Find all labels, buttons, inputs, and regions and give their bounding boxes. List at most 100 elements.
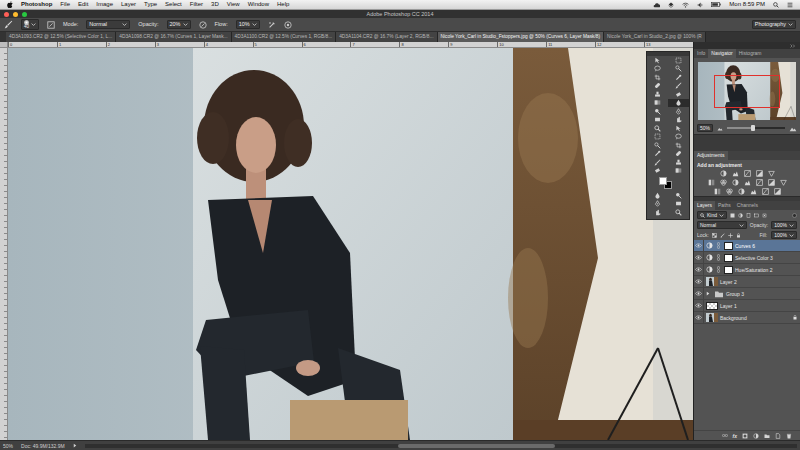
panel-tab[interactable]: Info <box>694 49 708 58</box>
type-filter-icon[interactable] <box>746 213 751 218</box>
visibility-toggle[interactable] <box>694 240 704 251</box>
canvas-photo[interactable] <box>8 48 693 440</box>
menu-item[interactable]: Select <box>165 1 182 8</box>
opacity-field[interactable]: 20% <box>167 20 191 29</box>
mask-link-icon[interactable] <box>717 266 720 273</box>
document-tab[interactable]: 4D3A1093.CR2 @ 12.5% (Selective Color 1,… <box>6 32 116 42</box>
tool-button[interactable] <box>668 116 689 125</box>
panel-tab[interactable]: Layers <box>694 201 715 210</box>
adjustment-filter-icon[interactable] <box>738 213 743 218</box>
tool-button[interactable] <box>647 167 668 176</box>
menu-item[interactable]: Image <box>96 1 113 8</box>
tool-button[interactable] <box>668 158 689 167</box>
pixel-filter-icon[interactable] <box>730 213 735 218</box>
menu-item[interactable]: Help <box>277 1 289 8</box>
horizontal-scrollbar[interactable] <box>85 444 797 448</box>
tool-button[interactable] <box>668 133 689 142</box>
adjustment-preset-icon[interactable] <box>720 179 727 186</box>
menu-item[interactable]: View <box>227 1 240 8</box>
workspace-dropdown[interactable]: Photography <box>752 20 796 29</box>
layer-mask-thumbnail[interactable] <box>724 242 733 250</box>
adjustment-preset-icon[interactable] <box>780 179 787 186</box>
menu-item[interactable]: 3D <box>211 1 219 8</box>
brush-panel-toggle-icon[interactable] <box>47 21 55 29</box>
tool-button[interactable] <box>647 133 668 142</box>
layer-row[interactable]: Hue/Saturation 2 <box>694 264 800 276</box>
tool-button[interactable] <box>668 107 689 116</box>
visibility-toggle[interactable] <box>694 312 704 323</box>
add-mask-icon[interactable] <box>742 433 748 439</box>
tool-button[interactable] <box>647 191 668 200</box>
status-zoom[interactable]: 50% <box>3 443 13 449</box>
layer-row[interactable]: Layer 2 <box>694 276 800 288</box>
tool-button[interactable] <box>647 141 668 150</box>
close-button[interactable] <box>4 12 9 17</box>
eye-icon[interactable] <box>695 279 702 284</box>
zoom-slider[interactable] <box>727 127 785 129</box>
adjustment-preset-icon[interactable] <box>756 179 763 186</box>
document-tab[interactable]: Nicole York_Carl in Studio_2.jpg @ 100% … <box>604 32 706 42</box>
new-adjustment-icon[interactable] <box>753 433 759 439</box>
fill-field[interactable]: 100% <box>771 231 797 239</box>
dropdown-arrow-icon[interactable] <box>31 22 36 27</box>
foreground-color-swatch[interactable] <box>659 177 667 185</box>
tool-button[interactable] <box>668 167 689 176</box>
delete-layer-icon[interactable] <box>786 433 792 439</box>
panel-tab[interactable]: Adjustments <box>694 151 728 160</box>
new-layer-icon[interactable] <box>775 433 781 439</box>
zoom-out-icon[interactable] <box>717 126 723 131</box>
tool-button[interactable] <box>668 191 689 200</box>
tool-button[interactable] <box>647 208 668 217</box>
layer-row[interactable]: Selective Color 3 <box>694 252 800 264</box>
tool-button[interactable] <box>647 200 668 209</box>
tool-button[interactable] <box>647 56 668 65</box>
navigator-preview[interactable] <box>698 62 796 120</box>
layer-name[interactable]: Layer 2 <box>720 279 737 285</box>
tool-button[interactable] <box>668 208 689 217</box>
zoom-in-icon[interactable] <box>789 125 797 132</box>
adjustment-preset-icon[interactable] <box>774 188 781 195</box>
lock-pixels-icon[interactable] <box>720 233 725 238</box>
wifi-icon[interactable] <box>682 2 689 8</box>
collapse-panels-icon[interactable] <box>790 44 796 48</box>
smart-object-filter-icon[interactable] <box>762 213 767 218</box>
eye-icon[interactable] <box>695 267 702 272</box>
tool-button[interactable] <box>668 56 689 65</box>
tool-button[interactable] <box>647 90 668 99</box>
eye-icon[interactable] <box>695 243 702 248</box>
brush-tool-icon[interactable] <box>4 20 13 29</box>
visibility-toggle[interactable] <box>694 288 704 299</box>
adjustment-preset-icon[interactable] <box>762 188 769 195</box>
menu-item[interactable]: Filter <box>190 1 203 8</box>
eye-icon[interactable] <box>695 255 702 260</box>
tool-button[interactable] <box>668 141 689 150</box>
status-menu-arrow-icon[interactable] <box>73 443 77 448</box>
app-menu[interactable]: Photoshop <box>21 1 52 8</box>
cloud-icon[interactable] <box>653 2 660 8</box>
tool-button[interactable] <box>668 82 689 91</box>
lock-position-icon[interactable] <box>728 233 733 238</box>
dropdown-arrow-icon[interactable] <box>788 22 793 27</box>
tool-button[interactable] <box>647 65 668 74</box>
panel-tab[interactable]: Navigator <box>708 49 735 58</box>
layer-name[interactable]: Group 3 <box>726 291 744 297</box>
mode-dropdown[interactable]: Normal <box>86 20 130 29</box>
notification-list-icon[interactable] <box>787 2 793 8</box>
eye-icon[interactable] <box>695 291 702 296</box>
lock-all-icon[interactable] <box>736 233 741 238</box>
panel-tab[interactable]: Paths <box>715 201 734 210</box>
tool-button[interactable] <box>668 99 689 108</box>
filter-toggle-icon[interactable] <box>792 213 797 218</box>
eye-icon[interactable] <box>695 303 702 308</box>
layer-name[interactable]: Curves 6 <box>735 243 755 249</box>
dropdown-arrow-icon[interactable] <box>122 22 127 27</box>
volume-icon[interactable] <box>697 2 703 8</box>
adjustment-preset-icon[interactable] <box>768 170 775 177</box>
layer-row[interactable]: Curves 6 <box>694 240 800 252</box>
document-tab[interactable]: 4D3A1098.CR2 @ 16.7% (Curves 1, Layer Ma… <box>116 32 231 42</box>
apple-logo-icon[interactable] <box>7 1 13 8</box>
adjustment-preset-icon[interactable] <box>768 179 775 186</box>
document-tab[interactable]: Nicole York_Carl in Studio_Fstoppers.jpg… <box>438 32 605 42</box>
tool-button[interactable] <box>668 90 689 99</box>
dropdown-arrow-icon[interactable] <box>183 22 188 27</box>
